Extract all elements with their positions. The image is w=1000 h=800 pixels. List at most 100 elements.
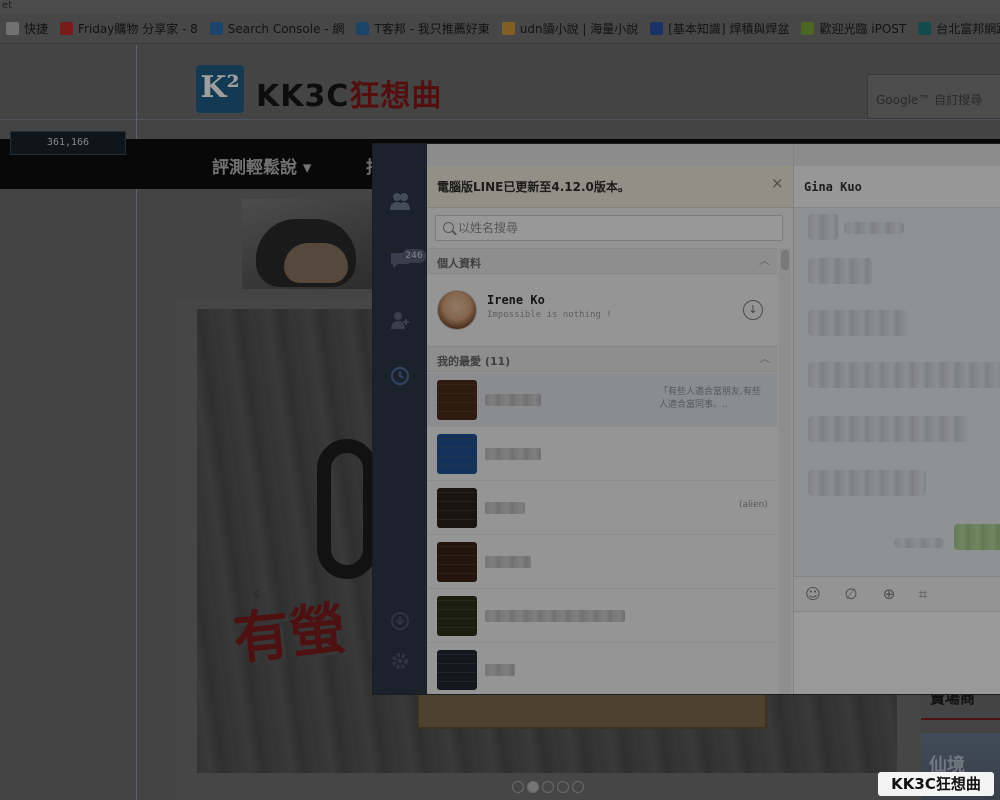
- bookmark-item[interactable]: Friday購物 分享家 - 8: [54, 14, 204, 43]
- dog-face: [284, 243, 348, 283]
- chat-header: Gina Kuo: [794, 166, 1000, 208]
- bookmark-label: T客邦 - 我只推薦好東: [374, 22, 490, 36]
- bookmark-item[interactable]: T客邦 - 我只推薦好東: [350, 14, 495, 43]
- bookmark-label: [基本知識] 焊積與焊盆: [668, 22, 790, 36]
- friend-list-panel: 電腦版LINE已更新至4.12.0版本。 × 個人資料 ︿ Irene Ko I…: [427, 144, 793, 694]
- slider-dot[interactable]: [542, 781, 554, 793]
- bookmark-favicon-icon: [501, 22, 515, 35]
- friend-name-blurred: [485, 610, 625, 622]
- timeline-icon[interactable]: [387, 363, 413, 389]
- download-circle-icon[interactable]: ↓: [743, 300, 763, 320]
- friend-name-blurred: [485, 448, 541, 460]
- attach-icon[interactable]: ∅: [842, 585, 860, 603]
- nav-item-reviews[interactable]: 評測輕鬆說 ▾: [212, 153, 311, 178]
- site-logo-text[interactable]: KK3C狂想曲: [256, 71, 442, 115]
- site-logo-name: KK3C: [256, 79, 350, 114]
- slider-dot[interactable]: [527, 781, 539, 793]
- bookmark-label: 歡迎光臨 iPOST: [819, 22, 907, 36]
- section-profile-label: 個人資料: [437, 257, 481, 270]
- friend-name-blurred: [485, 664, 515, 676]
- friend-search-box: [435, 215, 783, 241]
- emoji-icon[interactable]: ☺: [804, 585, 822, 603]
- screenshot-crop-icon[interactable]: ⌗: [914, 585, 932, 603]
- download-icon[interactable]: [387, 608, 413, 634]
- friend-name-blurred: [485, 394, 541, 406]
- section-profile[interactable]: 個人資料 ︿: [427, 248, 777, 274]
- bookmark-label: Search Console - 網: [227, 22, 345, 36]
- friends-icon[interactable]: [387, 188, 413, 214]
- avatar[interactable]: [437, 596, 477, 636]
- avatar[interactable]: [437, 488, 477, 528]
- list-scrollbar[interactable]: [779, 248, 791, 694]
- friend-list-item[interactable]: (alien): [427, 481, 777, 535]
- chat-bubble-mine: [954, 524, 1000, 550]
- add-friend-icon[interactable]: [387, 307, 413, 333]
- chat-contact-name: Gina Kuo: [804, 180, 862, 194]
- chat-time-blurred: [894, 538, 944, 548]
- bookmark-item[interactable]: 歡迎光臨 iPOST: [795, 14, 912, 43]
- line-sidebar: 246: [373, 144, 427, 694]
- chat-time-blurred: [844, 222, 904, 234]
- line-window: 246 電腦版LINE已更新至4.12.0版本。 × 個人資料 ︿: [373, 144, 1000, 694]
- chat-bubble-blurred: [808, 310, 908, 336]
- slider-dot[interactable]: [512, 781, 524, 793]
- chat-message-input[interactable]: [794, 612, 1000, 694]
- slider-dot[interactable]: [572, 781, 584, 793]
- search-icon: [443, 222, 454, 233]
- friend-list-item[interactable]: [427, 535, 777, 589]
- wood-stand-image: [417, 689, 767, 729]
- bookmark-item[interactable]: udn讀小說 | 海量小說: [496, 14, 645, 43]
- chat-bubble-blurred: [808, 362, 1000, 388]
- section-favorites[interactable]: 我的最愛 (11) ︿: [427, 346, 777, 372]
- bookmark-favicon-icon: [801, 22, 815, 35]
- friend-list-item[interactable]: 「有些人適合當朋友,有些人適合當同事。..: [427, 373, 777, 427]
- site-logo-icon[interactable]: K²: [196, 65, 244, 113]
- friend-list-item[interactable]: [427, 589, 777, 643]
- section-favorites-label: 我的最愛 (11): [437, 355, 511, 368]
- friend-status-message: 「有些人適合當朋友,有些人適合當同事。..: [659, 387, 761, 410]
- close-icon[interactable]: ×: [771, 174, 784, 192]
- chat-toolbar: ☺ ∅ ⊕ ⌗: [794, 576, 1000, 612]
- update-notice: 電腦版LINE已更新至4.12.0版本。 ×: [427, 166, 793, 208]
- friend-list-item[interactable]: [427, 643, 777, 694]
- friend-status-tag: (alien): [739, 500, 768, 510]
- settings-gear-icon[interactable]: [387, 648, 413, 674]
- profile-status: Impossible is nothing !: [487, 310, 612, 320]
- friend-list-item[interactable]: [427, 427, 777, 481]
- avatar[interactable]: [437, 434, 477, 474]
- bookmark-item[interactable]: 台北富邦網路銀: [912, 14, 1000, 43]
- window-title-fragment: et: [0, 0, 1000, 14]
- bookmark-label: 台北富邦網路銀: [936, 22, 1000, 36]
- bookmark-item[interactable]: [基本知識] 焊積與焊盆: [644, 14, 795, 43]
- chat-titlebar: [794, 144, 1000, 166]
- bookmark-item[interactable]: Search Console - 網: [204, 14, 351, 43]
- chat-panel: Gina Kuo ☺ ∅ ⊕ ⌗: [793, 144, 1000, 694]
- scrollbar-thumb[interactable]: [781, 250, 789, 270]
- save-icon[interactable]: ⊕: [880, 585, 898, 603]
- friend-name-blurred: [485, 556, 531, 568]
- bookmark-item[interactable]: 快捷: [0, 14, 54, 43]
- my-profile-row[interactable]: Irene Ko Impossible is nothing ! ↓: [427, 276, 777, 346]
- bookmark-favicon-icon: [356, 22, 370, 35]
- guide-line-horizontal: [0, 119, 1000, 120]
- slider-prev-icon[interactable]: ‹: [252, 581, 261, 606]
- chevron-up-icon[interactable]: ︿: [759, 350, 770, 366]
- slider-dot[interactable]: [557, 781, 569, 793]
- bookmark-favicon-icon: [650, 22, 664, 35]
- site-watermark: KK3C狂想曲: [878, 772, 994, 796]
- list-titlebar: [427, 144, 793, 166]
- avatar[interactable]: [437, 290, 477, 330]
- chat-bubble-blurred: [808, 416, 968, 442]
- friend-search-input[interactable]: [458, 219, 778, 237]
- chevron-up-icon[interactable]: ︿: [759, 252, 770, 268]
- avatar[interactable]: [437, 542, 477, 582]
- banner-image[interactable]: [242, 199, 372, 289]
- bookmark-favicon-icon: [60, 22, 74, 35]
- google-search-input[interactable]: Google™ 自訂搜尋: [867, 74, 1000, 119]
- bookmark-label: 快捷: [24, 22, 49, 36]
- chat-bubble-blurred: [808, 258, 872, 284]
- slider-dots: [512, 781, 584, 793]
- chat-bubble-blurred: [808, 214, 838, 240]
- avatar[interactable]: [437, 650, 477, 690]
- avatar[interactable]: [437, 380, 477, 420]
